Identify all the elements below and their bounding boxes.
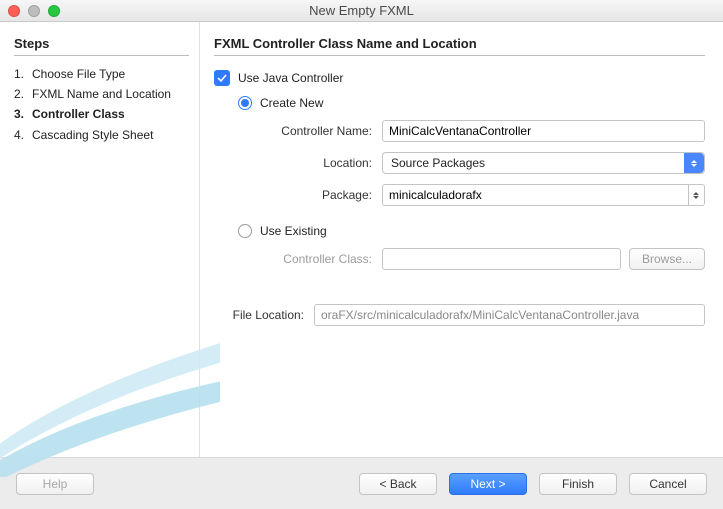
titlebar: New Empty FXML: [0, 0, 723, 22]
browse-button: Browse...: [629, 248, 705, 270]
cancel-button[interactable]: Cancel: [629, 473, 707, 495]
location-value: Source Packages: [391, 156, 485, 170]
back-button[interactable]: < Back: [359, 473, 437, 495]
package-label: Package:: [262, 188, 382, 202]
step-fxml-name-location: 2.FXML Name and Location: [14, 84, 189, 104]
controller-class-label: Controller Class:: [262, 252, 382, 266]
chevron-updown-icon: [684, 153, 704, 173]
location-select[interactable]: Source Packages: [382, 152, 705, 174]
use-java-controller-label: Use Java Controller: [238, 71, 343, 85]
main-panel: FXML Controller Class Name and Location …: [200, 22, 723, 457]
package-combo[interactable]: [382, 184, 705, 206]
controller-name-label: Controller Name:: [262, 124, 382, 138]
use-existing-row: Use Existing: [238, 224, 705, 238]
steps-heading: Steps: [14, 36, 189, 56]
use-java-controller-checkbox[interactable]: [214, 70, 230, 86]
step-controller-class: 3.Controller Class: [14, 104, 189, 124]
use-java-controller-row: Use Java Controller: [214, 70, 705, 86]
package-row: Package:: [262, 184, 705, 206]
create-new-row: Create New: [238, 96, 705, 110]
close-window-button[interactable]: [8, 5, 20, 17]
file-location-row: File Location:: [214, 304, 705, 326]
create-new-label: Create New: [260, 96, 323, 110]
controller-class-row: Controller Class: Browse...: [262, 248, 705, 270]
finish-button[interactable]: Finish: [539, 473, 617, 495]
minimize-window-button[interactable]: [28, 5, 40, 17]
content: Steps 1.Choose File Type 2.FXML Name and…: [0, 22, 723, 457]
controller-name-row: Controller Name:: [262, 120, 705, 142]
location-label: Location:: [262, 156, 382, 170]
help-button[interactable]: Help: [16, 473, 94, 495]
footer: Help < Back Next > Finish Cancel: [0, 457, 723, 509]
package-input[interactable]: [382, 184, 688, 206]
next-button[interactable]: Next >: [449, 473, 527, 495]
controller-name-input[interactable]: [382, 120, 705, 142]
use-existing-radio[interactable]: [238, 224, 252, 238]
use-existing-label: Use Existing: [260, 224, 327, 238]
main-heading: FXML Controller Class Name and Location: [214, 36, 705, 56]
steps-sidebar: Steps 1.Choose File Type 2.FXML Name and…: [0, 22, 200, 457]
window-title: New Empty FXML: [0, 3, 723, 18]
step-choose-file-type: 1.Choose File Type: [14, 64, 189, 84]
step-cascading-style-sheet: 4.Cascading Style Sheet: [14, 125, 189, 145]
traffic-lights: [8, 5, 60, 17]
create-new-radio[interactable]: [238, 96, 252, 110]
file-location-field: [314, 304, 705, 326]
chevron-updown-icon: [688, 184, 705, 206]
steps-list: 1.Choose File Type 2.FXML Name and Locat…: [14, 64, 189, 145]
location-row: Location: Source Packages: [262, 152, 705, 174]
file-location-label: File Location:: [214, 308, 314, 322]
zoom-window-button[interactable]: [48, 5, 60, 17]
check-icon: [217, 73, 227, 83]
decorative-swoosh: [0, 317, 220, 477]
controller-class-input: [382, 248, 621, 270]
